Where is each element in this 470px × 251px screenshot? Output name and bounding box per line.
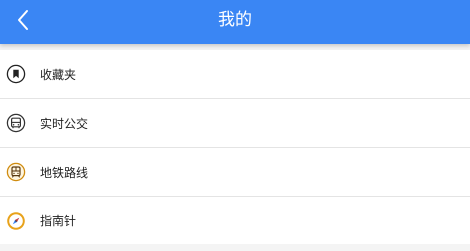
- menu-item-label: 收藏夹: [40, 67, 77, 82]
- app-header: 我的: [0, 0, 470, 44]
- menu-item-label: 地铁路线: [40, 165, 89, 180]
- menu-item-realtime-bus[interactable]: 实时公交: [0, 99, 470, 148]
- menu-list: 收藏夹 实时公交 地铁路线 指南针: [0, 50, 470, 244]
- menu-item-label: 实时公交: [40, 116, 89, 131]
- compass-icon: [6, 211, 26, 231]
- menu-item-favorites[interactable]: 收藏夹: [0, 50, 470, 99]
- subway-icon: [6, 162, 26, 182]
- bus-icon: [6, 113, 26, 133]
- bookmark-icon: [6, 64, 26, 84]
- menu-item-subway-routes[interactable]: 地铁路线: [0, 148, 470, 197]
- page-title: 我的: [218, 10, 252, 30]
- menu-item-compass[interactable]: 指南针: [0, 197, 470, 244]
- menu-item-label: 指南针: [40, 214, 77, 228]
